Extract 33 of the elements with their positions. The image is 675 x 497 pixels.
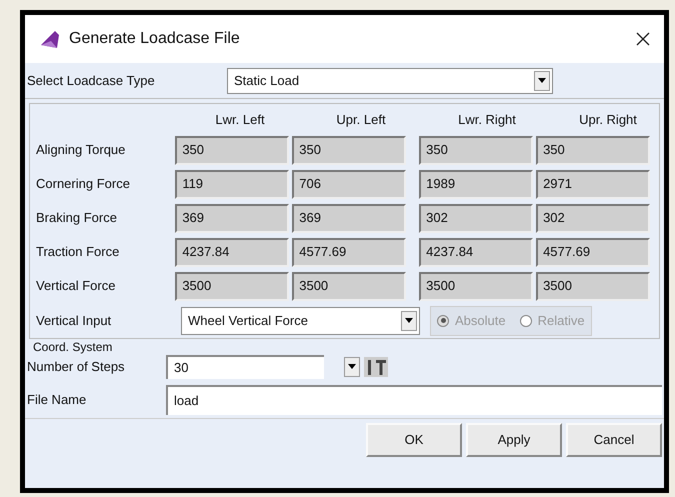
caret-icon — [348, 364, 356, 369]
row-label: Aligning Torque — [36, 141, 126, 160]
close-icon[interactable] — [636, 32, 650, 46]
dialog-button[interactable]: Apply — [466, 422, 562, 456]
column-header: Lwr. Right — [457, 111, 517, 129]
row-label: Cornering Force — [36, 175, 131, 194]
dialog-button[interactable]: Cancel — [566, 422, 662, 456]
field-label: Select Loadcase Type — [27, 72, 156, 90]
caret-icon — [538, 78, 546, 83]
column-header: Upr. Right — [578, 111, 638, 129]
row-label: Vertical Force — [36, 277, 116, 296]
tool-icon[interactable] — [364, 356, 388, 376]
row-label: Vertical Input — [36, 312, 112, 330]
radio-label: Absolute — [455, 312, 506, 330]
radio-label: Relative — [538, 312, 585, 330]
loadcase-type-dropdown[interactable]: Static Load — [227, 68, 553, 94]
column-header: Lwr. Left — [214, 111, 266, 129]
dialog-button[interactable]: OK — [366, 422, 462, 456]
caret-icon — [405, 318, 413, 323]
app-logo-icon — [39, 29, 61, 49]
file-name-field[interactable]: load — [166, 385, 662, 415]
row-label: Traction Force — [36, 243, 120, 262]
field-label: Coord. System — [33, 340, 114, 352]
dropdown-arrow-button[interactable] — [534, 70, 550, 90]
field-label: File Name — [27, 391, 88, 410]
field-label: Number of Steps — [27, 358, 126, 376]
dropdown-arrow-button[interactable] — [401, 310, 417, 330]
vertical-input-dropdown[interactable]: Wheel Vertical Force — [181, 306, 420, 334]
column-header: Upr. Left — [335, 111, 387, 129]
dropdown-arrow-button[interactable] — [344, 356, 360, 376]
row-label: Braking Force — [36, 209, 118, 228]
window-title: Generate Loadcase File — [69, 29, 240, 49]
steps-field[interactable]: 30 — [166, 354, 324, 378]
